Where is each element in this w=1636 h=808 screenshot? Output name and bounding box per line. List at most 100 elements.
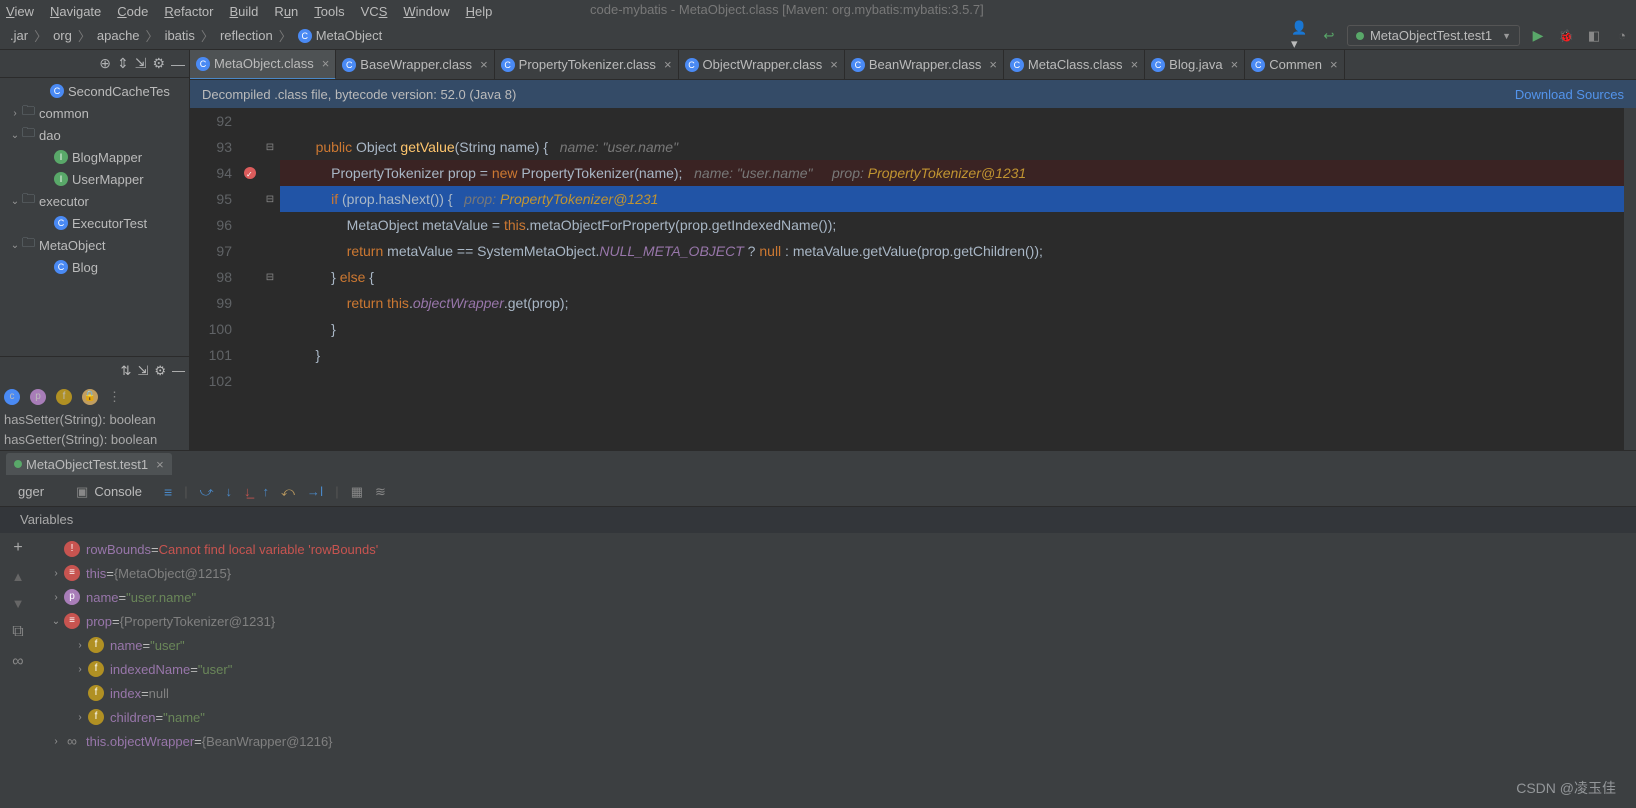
crumb-jar[interactable]: .jar xyxy=(4,28,34,43)
watermark: CSDN @凌玉佳 xyxy=(1516,778,1616,798)
marker-strip[interactable] xyxy=(1624,108,1636,450)
editor-tab[interactable]: CBeanWrapper.class× xyxy=(845,50,1004,80)
structure-item[interactable]: hasSetter(String): boolean xyxy=(0,410,189,430)
link-icon[interactable]: ∞ xyxy=(12,653,23,671)
struct-filter-icon[interactable]: ⇲ xyxy=(137,363,148,379)
tree-item[interactable]: IUserMapper xyxy=(0,168,189,190)
step-over-icon[interactable]: ⤻ xyxy=(200,484,214,500)
close-icon[interactable]: × xyxy=(318,56,330,71)
step-into-icon[interactable]: ↓ xyxy=(226,484,233,499)
field-filter-icon[interactable]: f xyxy=(56,389,72,405)
variable-row[interactable]: ⌄≡prop = {PropertyTokenizer@1231} xyxy=(40,609,1636,633)
editor-tab[interactable]: CBlog.java× xyxy=(1145,50,1245,80)
run-config-label: MetaObjectTest.test1 xyxy=(1370,28,1492,43)
close-icon[interactable]: × xyxy=(1127,57,1139,72)
menu-code[interactable]: Code xyxy=(117,4,148,19)
coverage-button[interactable]: ◧ xyxy=(1584,26,1604,46)
run-to-cursor-icon[interactable]: →ǀ xyxy=(307,484,323,499)
profile-button[interactable]: ◔ xyxy=(1612,26,1632,46)
variable-row[interactable]: !rowBounds = Cannot find local variable … xyxy=(40,537,1636,561)
close-icon[interactable]: × xyxy=(476,57,488,72)
code-lines[interactable]: public Object getValue(String name) { na… xyxy=(280,108,1624,450)
editor-tab[interactable]: CMetaClass.class× xyxy=(1004,50,1145,80)
nav-up-icon[interactable]: ▲ xyxy=(12,569,25,584)
window-title: code-mybatis - MetaObject.class [Maven: … xyxy=(590,2,984,17)
menu-refactor[interactable]: Refactor xyxy=(164,4,213,19)
editor-tab[interactable]: CObjectWrapper.class× xyxy=(679,50,845,80)
breakpoint-gutter[interactable] xyxy=(240,108,260,450)
tree-item[interactable]: ›🗀common xyxy=(0,102,189,124)
tree-item[interactable]: CExecutorTest xyxy=(0,212,189,234)
tree-item[interactable]: ⌄🗀MetaObject xyxy=(0,234,189,256)
console-tab[interactable]: ▣Console xyxy=(66,484,152,500)
menu-view[interactable]: View xyxy=(6,4,34,19)
lock-filter-icon[interactable]: 🔒 xyxy=(82,389,98,405)
menu-tools[interactable]: Tools xyxy=(314,4,344,19)
tree-item[interactable]: ⌄🗀executor xyxy=(0,190,189,212)
variable-row[interactable]: ›fchildren = "name" xyxy=(40,705,1636,729)
show-exec-point-icon[interactable]: ≡ xyxy=(164,484,172,500)
variable-row[interactable]: findex = null xyxy=(40,681,1636,705)
tree-item[interactable]: CBlog xyxy=(0,256,189,278)
variable-row[interactable]: ›≡this = {MetaObject@1215} xyxy=(40,561,1636,585)
crumb-reflection[interactable]: reflection xyxy=(214,28,279,43)
expand-icon[interactable]: ⊕ xyxy=(99,55,111,72)
close-icon[interactable]: × xyxy=(1326,57,1338,72)
class-filter-icon[interactable]: c xyxy=(4,389,20,405)
struct-hide-icon[interactable]: — xyxy=(172,363,185,378)
editor-tab[interactable]: CBaseWrapper.class× xyxy=(336,50,494,80)
debug-session-tab[interactable]: MetaObjectTest.test1 × xyxy=(6,453,172,475)
menu-build[interactable]: Build xyxy=(230,4,259,19)
variable-row[interactable]: ›findexedName = "user" xyxy=(40,657,1636,681)
editor-tab[interactable]: CPropertyTokenizer.class× xyxy=(495,50,679,80)
variable-row[interactable]: ›pname = "user.name" xyxy=(40,585,1636,609)
run-button[interactable]: ▶ xyxy=(1528,26,1548,46)
add-watch-icon[interactable]: + xyxy=(13,539,22,557)
menu-window[interactable]: Window xyxy=(403,4,449,19)
prop-filter-icon[interactable]: p xyxy=(30,389,46,405)
tree-item[interactable]: ⌄🗀dao xyxy=(0,124,189,146)
debug-button[interactable]: 🐞 xyxy=(1556,26,1576,46)
struct-sort-icon[interactable]: ⇅ xyxy=(121,363,132,379)
struct-more-icon[interactable]: ⋮ xyxy=(108,389,121,405)
user-icon[interactable]: 👤▾ xyxy=(1291,26,1311,46)
tree-item[interactable]: CSecondCacheTes xyxy=(0,80,189,102)
menu-help[interactable]: Help xyxy=(466,4,493,19)
select-opened-icon[interactable]: ⇲ xyxy=(135,55,147,72)
collapse-icon[interactable]: ⇕ xyxy=(117,55,129,72)
editor-tab[interactable]: CMetaObject.class× xyxy=(190,50,336,80)
drop-frame-icon[interactable]: ⤺ xyxy=(281,484,295,500)
variable-row[interactable]: ›∞this.objectWrapper = {BeanWrapper@1216… xyxy=(40,729,1636,753)
hide-icon[interactable]: — xyxy=(171,56,185,72)
force-step-into-icon[interactable]: ↓̲ xyxy=(244,484,251,499)
run-config-selector[interactable]: MetaObjectTest.test1 ▼ xyxy=(1347,25,1520,46)
struct-settings-icon[interactable]: ⚙ xyxy=(154,363,166,379)
nav-down-icon[interactable]: ▼ xyxy=(12,596,25,611)
close-icon[interactable]: × xyxy=(826,57,838,72)
copy-icon[interactable]: ⧉ xyxy=(12,623,23,641)
close-icon[interactable]: × xyxy=(985,57,997,72)
structure-item[interactable]: hasGetter(String): boolean xyxy=(0,430,189,450)
menu-vcs[interactable]: VCS xyxy=(361,4,388,19)
back-icon[interactable]: ↩ xyxy=(1319,26,1339,46)
editor-tab[interactable]: CCommen× xyxy=(1245,50,1344,80)
variable-row[interactable]: ›fname = "user" xyxy=(40,633,1636,657)
step-out-icon[interactable]: ↑ xyxy=(263,484,270,499)
close-icon[interactable]: × xyxy=(660,57,672,72)
menu-run[interactable]: Run xyxy=(274,4,298,19)
trace-icon[interactable]: ≋ xyxy=(375,484,386,500)
crumb-file[interactable]: CMetaObject xyxy=(292,28,388,44)
debugger-tab[interactable]: gger xyxy=(8,484,54,499)
menu-navigate[interactable]: Navigate xyxy=(50,4,101,19)
evaluate-icon[interactable]: ▦ xyxy=(351,484,363,500)
close-icon[interactable]: × xyxy=(1227,57,1239,72)
close-icon[interactable]: × xyxy=(152,457,164,472)
crumb-apache[interactable]: apache xyxy=(91,28,146,43)
settings-icon[interactable]: ⚙ xyxy=(152,55,165,72)
tree-item[interactable]: IBlogMapper xyxy=(0,146,189,168)
fold-gutter[interactable]: ⊟⊟⊟ xyxy=(260,108,280,450)
download-sources-link[interactable]: Download Sources xyxy=(1515,87,1624,102)
code-editor[interactable]: 9293949596979899100101102 ⊟⊟⊟ public Obj… xyxy=(190,108,1636,450)
crumb-org[interactable]: org xyxy=(47,28,78,43)
crumb-ibatis[interactable]: ibatis xyxy=(159,28,201,43)
